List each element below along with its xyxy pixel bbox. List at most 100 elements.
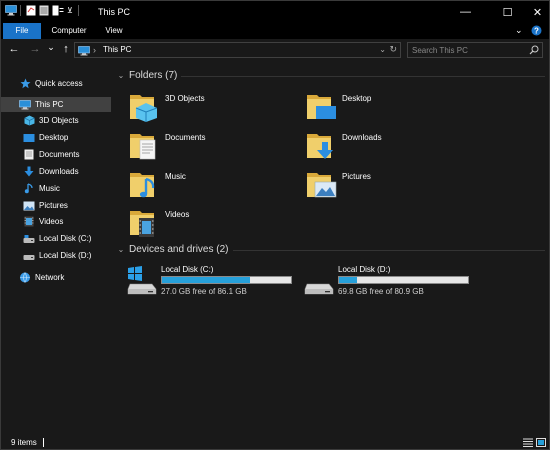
drive-label: Local Disk (D:)	[338, 265, 391, 274]
tab-view[interactable]: View	[97, 23, 131, 39]
minimize-button[interactable]: —	[449, 1, 482, 23]
computer-icon[interactable]	[5, 5, 17, 16]
new-folder-icon[interactable]	[39, 5, 49, 16]
breadcrumb-this-pc[interactable]: This PC	[103, 45, 131, 54]
help-icon[interactable]: ?	[531, 25, 542, 38]
sidebar-item-this-pc[interactable]: This PC	[1, 97, 111, 112]
folder-music[interactable]: Music	[128, 167, 298, 203]
folder-label: Desktop	[342, 94, 372, 103]
sidebar-item-local-disk-c[interactable]: Local Disk (C:)	[1, 231, 111, 246]
sidebar-item-quick-access[interactable]: Quick access	[1, 76, 111, 91]
toolbar-divider	[20, 5, 21, 16]
search-box[interactable]	[407, 42, 543, 58]
sidebar-item-network[interactable]: Network	[1, 270, 111, 285]
drive-icon	[23, 233, 35, 244]
folder-documents[interactable]: Documents	[128, 128, 298, 164]
sidebar-item-pictures[interactable]: Pictures	[1, 198, 111, 213]
breadcrumb-separator[interactable]: ›	[93, 45, 96, 55]
refresh-button[interactable]: ↻	[389, 44, 397, 55]
sidebar-item-3d-objects[interactable]: 3D Objects	[1, 113, 111, 128]
recent-locations-button[interactable]: ⌄	[44, 42, 58, 53]
large-icons-view-icon[interactable]	[536, 438, 546, 447]
search-icon[interactable]	[529, 45, 539, 57]
folder-label: Downloads	[342, 133, 382, 142]
drive-usage-bar	[338, 276, 469, 284]
sidebar-item-music[interactable]: Music	[1, 181, 111, 196]
search-input[interactable]	[412, 44, 524, 56]
sidebar-item-label: Videos	[39, 217, 64, 226]
content-pane: ⌄ Folders (7) 3D Objects Desktop Documen…	[113, 61, 549, 435]
item-count: 9 items	[11, 438, 37, 447]
videos-folder-icon	[128, 205, 162, 239]
folder-label: Pictures	[342, 172, 371, 181]
chevron-down-icon[interactable]: ⌄	[515, 25, 523, 36]
folder-label: 3D Objects	[165, 94, 205, 103]
sidebar-item-documents[interactable]: Documents	[1, 147, 111, 162]
desktop-folder-icon	[305, 89, 339, 123]
properties-icon[interactable]	[26, 5, 36, 16]
chevron-down-icon[interactable]: ⌄	[115, 245, 127, 254]
back-button[interactable]: ←	[7, 43, 21, 55]
star-icon	[19, 78, 31, 89]
documents-folder-icon	[128, 128, 162, 162]
download-icon	[23, 166, 35, 177]
computer-icon	[78, 46, 90, 58]
up-button[interactable]: ↑	[59, 43, 73, 55]
folder-pictures[interactable]: Pictures	[305, 167, 475, 203]
folder-label: Videos	[165, 210, 190, 219]
address-bar[interactable]: › This PC ⌄ ↻	[74, 42, 401, 58]
sidebar-item-videos[interactable]: Videos	[1, 214, 111, 229]
drive-free-space: 27.0 GB free of 86.1 GB	[161, 287, 247, 296]
documents-icon	[23, 149, 35, 160]
sidebar-item-label: Downloads	[39, 167, 79, 176]
drives-group-header[interactable]: ⌄ Devices and drives (2)	[115, 244, 229, 255]
title-bar[interactable]: ⊻ This PC — ☐ ✕	[1, 1, 549, 23]
maximize-button[interactable]: ☐	[491, 1, 524, 23]
drive-icon	[23, 250, 35, 261]
address-dropdown-button[interactable]: ⌄	[379, 45, 386, 54]
rename-icon[interactable]	[52, 5, 64, 16]
folder-desktop[interactable]: Desktop	[305, 89, 475, 125]
folder-videos[interactable]: Videos	[128, 205, 298, 241]
ribbon-tabs: File Computer View ⌄ ?	[1, 23, 549, 39]
music-folder-icon	[128, 167, 162, 201]
drive-local-disk-c[interactable]: Local Disk (C:) 27.0 GB free of 86.1 GB	[126, 263, 296, 299]
sidebar-item-label: 3D Objects	[39, 116, 79, 125]
pictures-folder-icon	[305, 167, 339, 201]
details-view-icon[interactable]	[523, 438, 533, 447]
computer-icon	[19, 99, 31, 110]
drive-label: Local Disk (C:)	[161, 265, 214, 274]
toolbar-divider	[77, 5, 79, 16]
address-row: ← → ⌄ ↑ › This PC ⌄ ↻	[1, 39, 549, 61]
music-icon	[23, 183, 35, 194]
chevron-down-icon[interactable]: ⌄	[115, 71, 127, 80]
sidebar-item-downloads[interactable]: Downloads	[1, 164, 111, 179]
status-divider	[43, 438, 44, 447]
drives-group-title: Devices and drives (2)	[129, 244, 229, 255]
drive-usage-fill	[162, 277, 251, 283]
sidebar-item-label: Local Disk (D:)	[39, 251, 92, 260]
sidebar-item-label: Music	[39, 184, 60, 193]
navigation-pane: Quick access This PC 3D Objects Desktop …	[1, 61, 112, 435]
folder-label: Documents	[165, 133, 206, 142]
status-bar: 9 items	[1, 435, 549, 449]
videos-icon	[23, 216, 35, 227]
hard-drive-icon	[303, 263, 335, 297]
drive-usage-bar	[161, 276, 292, 284]
tab-computer[interactable]: Computer	[44, 23, 94, 39]
close-button[interactable]: ✕	[521, 1, 550, 23]
folder-3d-objects[interactable]: 3D Objects	[128, 89, 298, 125]
tab-file[interactable]: File	[3, 23, 41, 39]
drive-local-disk-d[interactable]: Local Disk (D:) 69.8 GB free of 80.9 GB	[303, 263, 473, 299]
folders-group-header[interactable]: ⌄ Folders (7)	[115, 70, 178, 81]
sidebar-item-label: This PC	[35, 100, 64, 109]
sidebar-item-local-disk-d[interactable]: Local Disk (D:)	[1, 248, 111, 263]
folder-downloads[interactable]: Downloads	[305, 128, 475, 164]
sidebar-item-desktop[interactable]: Desktop	[1, 130, 111, 145]
windows-drive-icon	[126, 263, 158, 297]
customize-toolbar-icon[interactable]: ⊻	[67, 6, 73, 15]
folder-label: Music	[165, 172, 186, 181]
pictures-icon	[23, 200, 35, 211]
3d-objects-folder-icon	[128, 89, 162, 123]
forward-button[interactable]: →	[28, 43, 42, 55]
